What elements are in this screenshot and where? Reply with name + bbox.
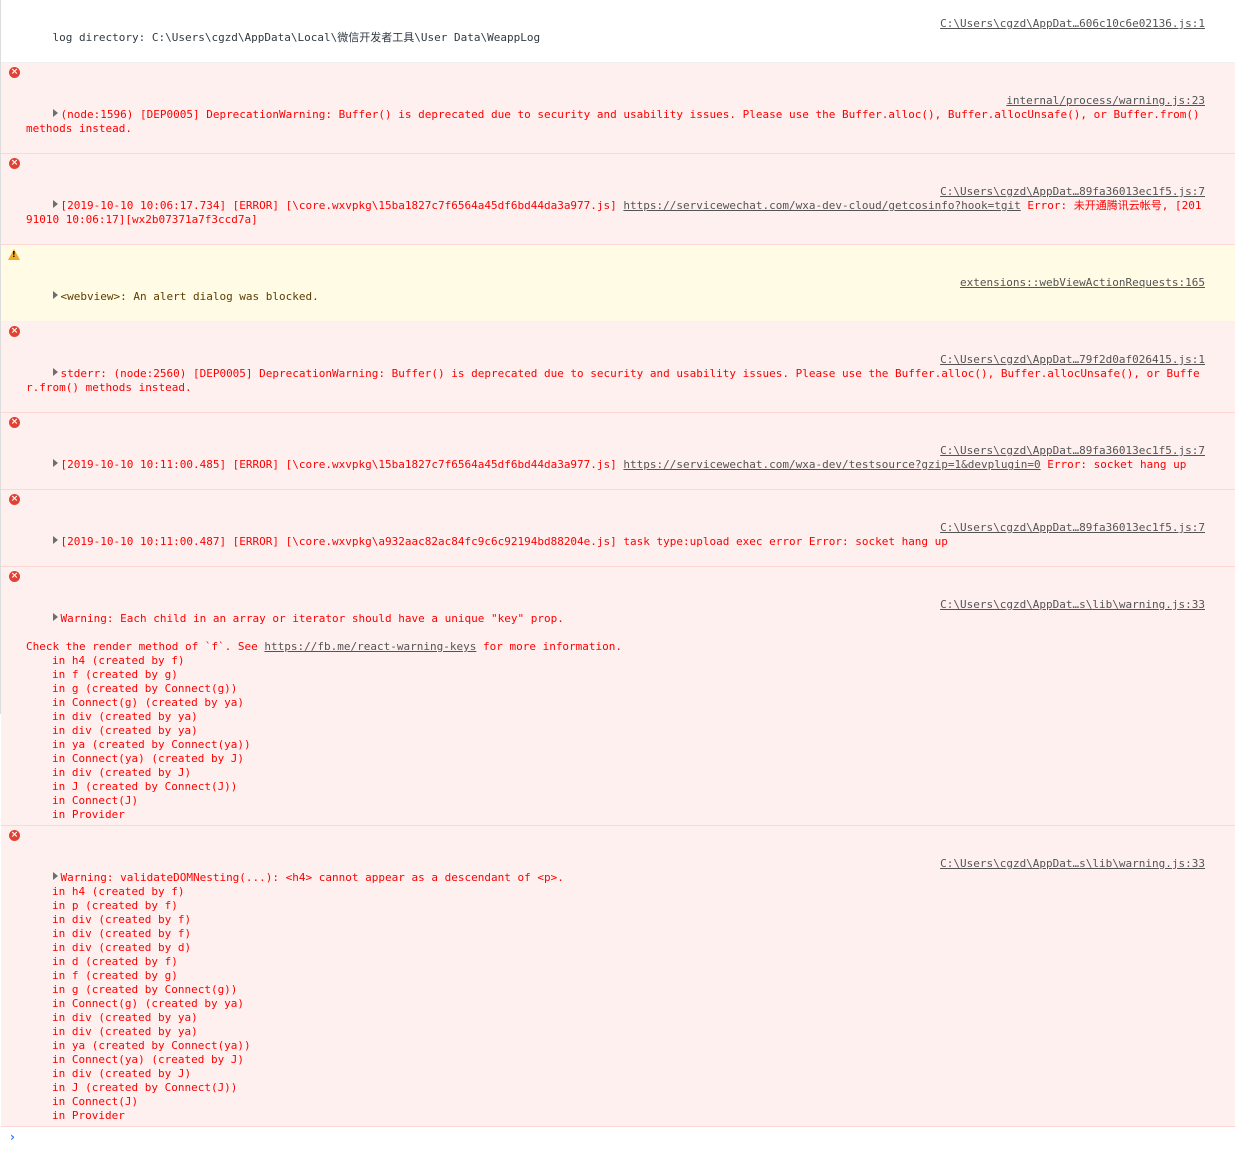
message-text: log directory: C:\Users\cgzd\AppData\Loc… xyxy=(52,31,541,44)
prompt-chevron-icon: › xyxy=(10,1130,15,1144)
expand-triangle-icon[interactable] xyxy=(52,872,58,880)
expand-triangle-icon[interactable] xyxy=(52,368,58,376)
message-text: Check the render method of `f`. See xyxy=(26,640,265,653)
error-icon: × xyxy=(9,830,20,841)
expand-triangle-icon[interactable] xyxy=(52,459,58,467)
console-message-dom-nesting-warning: × C:\Users\cgzd\AppDat…s\lib\warning.js:… xyxy=(1,826,1235,1127)
message-text: for more information. xyxy=(476,640,623,653)
console-message-error: × C:\Users\cgzd\AppDat…89fa36013ec1f5.js… xyxy=(1,413,1235,490)
component-stack: in h4 (created by f) in p (created by f)… xyxy=(52,885,251,1122)
expand-triangle-icon[interactable] xyxy=(52,291,58,299)
message-url-link[interactable]: https://servicewechat.com/wxa-dev-cloud/… xyxy=(623,199,1020,212)
message-source-link[interactable]: internal/process/warning.js:23 xyxy=(1006,94,1205,108)
message-source-link[interactable]: C:\Users\cgzd\AppDat…606c10c6e02136.js:1 xyxy=(940,17,1205,31)
warning-icon: ! xyxy=(8,249,20,260)
message-text: [2019-10-10 10:11:00.487] [ERROR] [\core… xyxy=(60,535,948,548)
expand-triangle-icon[interactable] xyxy=(52,109,58,117)
console-input[interactable] xyxy=(26,1129,1210,1149)
message-text: <webview>: An alert dialog was blocked. xyxy=(60,290,319,303)
console-panel: C:\Users\cgzd\AppDat…606c10c6e02136.js:1… xyxy=(0,0,1235,1149)
console-message-error: × C:\Users\cgzd\AppDat…89fa36013ec1f5.js… xyxy=(1,154,1235,245)
console-message-warning: ! extensions::webViewActionRequests:165 … xyxy=(1,245,1235,322)
error-icon: × xyxy=(9,571,20,582)
message-source-link[interactable]: C:\Users\cgzd\AppDat…89fa36013ec1f5.js:7 xyxy=(940,444,1205,458)
message-url-link[interactable]: https://servicewechat.com/wxa-dev/testso… xyxy=(623,458,1040,471)
error-icon: × xyxy=(9,326,20,337)
component-stack: in h4 (created by f) in f (created by g)… xyxy=(52,654,251,821)
error-icon: × xyxy=(9,494,20,505)
expand-triangle-icon[interactable] xyxy=(52,536,58,544)
message-text: stderr: (node:2560) [DEP0005] Deprecatio… xyxy=(26,367,1200,394)
console-message-log: C:\Users\cgzd\AppDat…606c10c6e02136.js:1… xyxy=(1,0,1235,63)
message-source-link[interactable]: C:\Users\cgzd\AppDat…89fa36013ec1f5.js:7 xyxy=(940,185,1205,199)
message-source-link[interactable]: C:\Users\cgzd\AppDat…89fa36013ec1f5.js:7 xyxy=(940,521,1205,535)
message-text: Warning: validateDOMNesting(...): <h4> c… xyxy=(60,871,564,884)
message-text: Error: socket hang up xyxy=(1040,458,1187,471)
error-icon: × xyxy=(9,417,20,428)
message-text: (node:1596) [DEP0005] DeprecationWarning… xyxy=(26,108,1207,135)
react-warning-keys-link[interactable]: https://fb.me/react-warning-keys xyxy=(264,640,476,653)
message-text: Warning: Each child in an array or itera… xyxy=(60,612,564,625)
message-source-link[interactable]: C:\Users\cgzd\AppDat…79f2d0af026415.js:1 xyxy=(940,353,1205,367)
console-message-error: × C:\Users\cgzd\AppDat…79f2d0af026415.js… xyxy=(1,322,1235,413)
console-prompt[interactable]: › xyxy=(1,1127,1235,1149)
message-source-link[interactable]: extensions::webViewActionRequests:165 xyxy=(960,276,1205,290)
message-source-link[interactable]: C:\Users\cgzd\AppDat…s\lib\warning.js:33 xyxy=(940,857,1205,871)
message-text: [2019-10-10 10:11:00.485] [ERROR] [\core… xyxy=(60,458,624,471)
expand-triangle-icon[interactable] xyxy=(52,200,58,208)
message-source-link[interactable]: C:\Users\cgzd\AppDat…s\lib\warning.js:33 xyxy=(940,598,1205,612)
error-icon: × xyxy=(9,158,20,169)
expand-triangle-icon[interactable] xyxy=(52,613,58,621)
error-icon: × xyxy=(9,67,20,78)
message-text: [2019-10-10 10:06:17.734] [ERROR] [\core… xyxy=(60,199,624,212)
console-message-error: × C:\Users\cgzd\AppDat…89fa36013ec1f5.js… xyxy=(1,490,1235,567)
console-message-error: × internal/process/warning.js:23 (node:1… xyxy=(1,63,1235,154)
console-message-react-key-warning: × C:\Users\cgzd\AppDat…s\lib\warning.js:… xyxy=(1,567,1235,826)
